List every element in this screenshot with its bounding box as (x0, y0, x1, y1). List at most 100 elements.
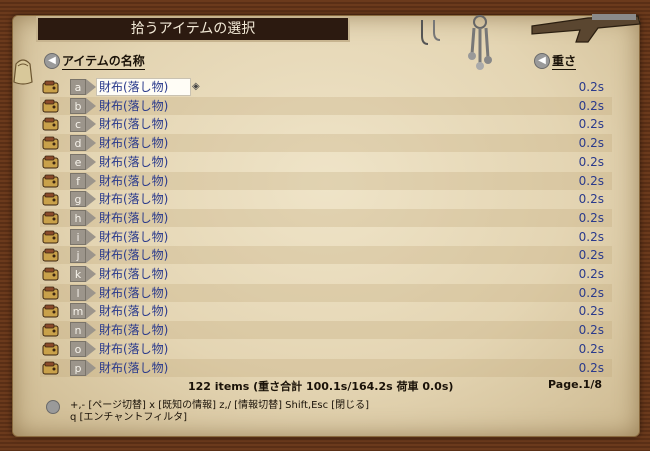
hotkey-arrow-icon (86, 209, 96, 226)
item-hotkey[interactable]: k (70, 266, 86, 282)
item-weight: 0.2s (578, 304, 604, 319)
item-weight: 0.2s (578, 360, 604, 375)
item-name: 財布(落し物) (96, 78, 192, 96)
hotkey-arrow-icon (86, 322, 96, 339)
wallet-icon (42, 248, 59, 262)
wallet-icon (42, 323, 59, 337)
item-row[interactable]: l 財布(落し物) 0.2s (40, 283, 612, 302)
hotkey-arrow-icon (86, 116, 96, 133)
item-name: 財布(落し物) (99, 248, 169, 263)
wallet-icon (42, 174, 59, 187)
item-name: 財布(落し物) (99, 285, 169, 300)
item-name: 財布(落し物) (99, 323, 169, 338)
item-name: 財布(落し物) (99, 210, 169, 225)
hotkey-arrow-icon (86, 153, 96, 170)
item-weight: 0.2s (578, 117, 604, 132)
item-name: 財布(落し物) (99, 154, 169, 169)
item-weight: 0.2s (578, 136, 604, 151)
pistol-icon (531, 14, 641, 43)
hotkey-arrow-icon (86, 191, 96, 208)
sort-arrow-icon[interactable]: ◀ (44, 52, 60, 69)
wallet-icon (42, 267, 59, 281)
item-row[interactable]: h 財布(落し物) 0.2s (40, 208, 612, 227)
item-hotkey[interactable]: n (70, 322, 86, 339)
item-name: 財布(落し物) (99, 136, 169, 151)
weight-column-label: 重さ (552, 54, 577, 70)
weight-column-header[interactable]: ◀ 重さ (534, 52, 577, 70)
hotkey-arrow-icon (86, 266, 96, 282)
window-title: 拾うアイテムの選択 (36, 16, 350, 42)
item-row[interactable]: a 財布(落し物) ◈ 0.2s (40, 78, 612, 96)
hotkey-arrow-icon (86, 284, 96, 301)
item-hotkey[interactable]: p (70, 359, 86, 376)
item-hotkey[interactable]: o (70, 340, 86, 357)
item-hotkey[interactable]: j (70, 247, 86, 264)
item-name: 財布(落し物) (99, 117, 169, 132)
item-name: 財布(落し物) (99, 304, 169, 319)
item-weight: 0.2s (578, 323, 604, 338)
hotkey-arrow-icon (86, 172, 96, 189)
item-weight: 0.2s (578, 285, 604, 300)
item-hotkey[interactable]: i (70, 228, 86, 245)
item-row[interactable]: o 財布(落し物) 0.2s (40, 340, 612, 358)
item-name: 財布(落し物) (99, 192, 169, 207)
hotkey-arrow-icon (86, 303, 96, 320)
item-row[interactable]: d 財布(落し物) 0.2s (40, 134, 612, 153)
item-row[interactable]: j 財布(落し物) 0.2s (40, 246, 612, 265)
wallet-icon (42, 230, 59, 244)
wallet-icon (42, 80, 59, 94)
item-row[interactable]: k 財布(落し物) 0.2s (40, 265, 612, 283)
wallet-icon (42, 192, 59, 206)
wallet-icon (42, 286, 59, 300)
item-name: 財布(落し物) (99, 360, 169, 375)
item-row[interactable]: m 財布(落し物) 0.2s (40, 302, 612, 320)
item-name: 財布(落し物) (99, 98, 169, 113)
item-row[interactable]: n 財布(落し物) 0.2s (40, 321, 612, 340)
help-icon (46, 400, 60, 414)
name-column-header[interactable]: ◀ アイテムの名称 (44, 52, 145, 70)
item-weight: 0.2s (578, 267, 604, 281)
item-hotkey[interactable]: b (70, 97, 86, 114)
item-name: 財布(落し物) (99, 267, 169, 281)
item-row[interactable]: e 財布(落し物) 0.2s (40, 153, 612, 171)
item-row[interactable]: c 財布(落し物) 0.2s (40, 115, 612, 133)
item-row[interactable]: b 財布(落し物) 0.2s (40, 96, 612, 115)
item-weight: 0.2s (578, 248, 604, 263)
hotkey-arrow-icon (86, 79, 96, 95)
wallet-icon (42, 361, 59, 374)
item-weight: 0.2s (578, 154, 604, 169)
wallet-icon (42, 117, 59, 131)
hotkey-arrow-icon (86, 247, 96, 264)
item-hotkey[interactable]: m (70, 303, 86, 320)
name-column-label: アイテムの名称 (62, 54, 145, 70)
item-weight: 0.2s (578, 229, 604, 244)
wallet-icon (42, 99, 59, 113)
hotkey-arrow-icon (86, 228, 96, 245)
help-line-1: +,- [ページ切替] x [既知の情報] z,/ [情報切替] Shift,E… (70, 400, 370, 411)
item-weight: 0.2s (578, 192, 604, 207)
keys-icon (468, 15, 492, 70)
item-hotkey[interactable]: a (70, 79, 86, 95)
wallet-icon (42, 211, 59, 225)
item-row[interactable]: g 財布(落し物) 0.2s (40, 190, 612, 208)
wallet-icon (42, 155, 59, 169)
item-weight: 0.2s (578, 98, 604, 113)
item-hotkey[interactable]: f (70, 172, 86, 189)
item-row[interactable]: i 財布(落し物) 0.2s (40, 228, 612, 246)
hotkey-arrow-icon (86, 359, 96, 376)
hotkey-arrow-icon (86, 135, 96, 152)
item-row[interactable]: f 財布(落し物) 0.2s (40, 171, 612, 190)
item-hotkey[interactable]: l (70, 284, 86, 301)
item-name: 財布(落し物) (99, 341, 169, 356)
item-hotkey[interactable]: e (70, 153, 86, 170)
page-indicator: Page.1/8 (548, 378, 603, 391)
item-hotkey[interactable]: d (70, 135, 86, 152)
item-row[interactable]: p 財布(落し物) 0.2s (40, 358, 612, 377)
sort-arrow-icon[interactable]: ◀ (534, 52, 550, 69)
item-hotkey[interactable]: h (70, 209, 86, 226)
item-hotkey[interactable]: g (70, 191, 86, 208)
hooks-icon (421, 20, 441, 45)
diamond-cursor-icon: ◈ (192, 81, 200, 92)
item-hotkey[interactable]: c (70, 116, 86, 133)
hotkey-arrow-icon (86, 340, 96, 357)
